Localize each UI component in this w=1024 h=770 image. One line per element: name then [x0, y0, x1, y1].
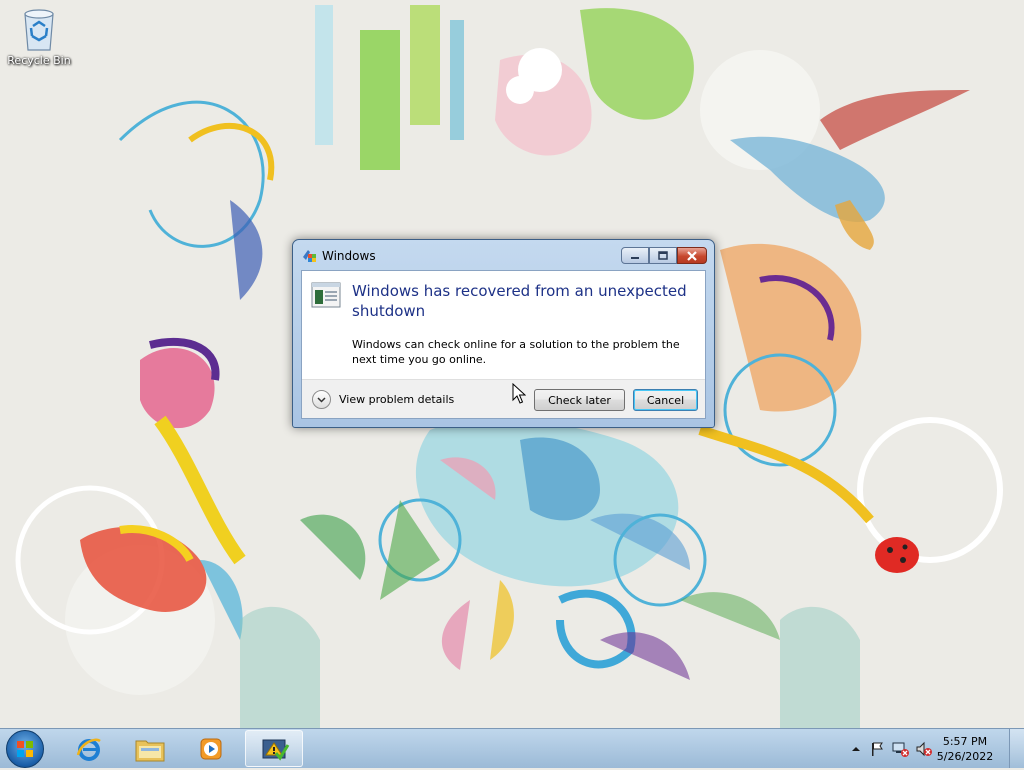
system-window-icon	[311, 282, 341, 308]
action-center-dialog-icon	[262, 739, 290, 761]
minimize-button[interactable]	[621, 247, 649, 264]
media-player-icon	[200, 738, 222, 759]
windows-logo-icon	[17, 741, 33, 757]
recycle-bin-icon	[19, 6, 59, 52]
check-later-button[interactable]: Check later	[534, 389, 625, 411]
action-center-flag-icon	[872, 742, 883, 756]
maximize-button[interactable]	[649, 247, 677, 264]
clock-time: 5:57 PM	[942, 735, 988, 748]
close-button[interactable]	[677, 247, 707, 264]
notification-area: 5:57 PM 5/26/2022	[844, 729, 1024, 768]
close-icon	[687, 250, 697, 261]
dialog-message: Windows can check online for a solution …	[352, 338, 680, 366]
taskbar-windows-explorer[interactable]	[121, 730, 179, 767]
windows-flag-icon	[302, 248, 318, 264]
clock-date: 5/26/2022	[936, 750, 994, 763]
recovery-dialog: Windows Windows has recovered from an un…	[292, 239, 715, 428]
dialog-title: Windows	[322, 249, 376, 263]
dialog-content: Windows has recovered from an unexpected…	[301, 270, 706, 419]
taskbar-action-center-dialog[interactable]	[245, 730, 303, 767]
window-controls	[621, 247, 707, 265]
show-hidden-icons-button[interactable]	[848, 741, 864, 757]
network-button[interactable]	[892, 741, 909, 757]
show-hidden-icons-icon	[852, 747, 860, 751]
network-icon	[892, 742, 909, 757]
minimize-icon	[631, 256, 639, 259]
dialog-headline: Windows has recovered from an unexpected…	[352, 282, 687, 320]
view-problem-details-label: View problem details	[339, 393, 455, 406]
desktop-icon-recycle-bin[interactable]: Recycle Bin	[6, 6, 72, 67]
action-center-flag-button[interactable]	[869, 741, 885, 757]
chevron-down-icon	[312, 390, 331, 409]
system-clock[interactable]: 5:57 PM 5/26/2022	[928, 734, 1002, 764]
show-desktop-button[interactable]	[1009, 729, 1024, 768]
windows-explorer-icon	[135, 740, 165, 761]
maximize-icon	[658, 250, 668, 260]
mouse-pointer-icon	[512, 382, 527, 405]
view-problem-details-toggle[interactable]: View problem details	[312, 390, 454, 409]
taskbar-internet-explorer[interactable]	[60, 730, 118, 767]
internet-explorer-icon	[76, 738, 101, 761]
dialog-footer: View problem details Check later Cancel	[302, 379, 705, 418]
taskbar: 5:57 PM 5/26/2022	[0, 728, 1024, 768]
taskbar-media-player[interactable]	[182, 730, 240, 767]
start-button[interactable]	[6, 730, 44, 768]
dialog-titlebar[interactable]: Windows	[293, 240, 714, 270]
desktop-icon-label: Recycle Bin	[7, 54, 71, 67]
cancel-button[interactable]: Cancel	[633, 389, 698, 411]
